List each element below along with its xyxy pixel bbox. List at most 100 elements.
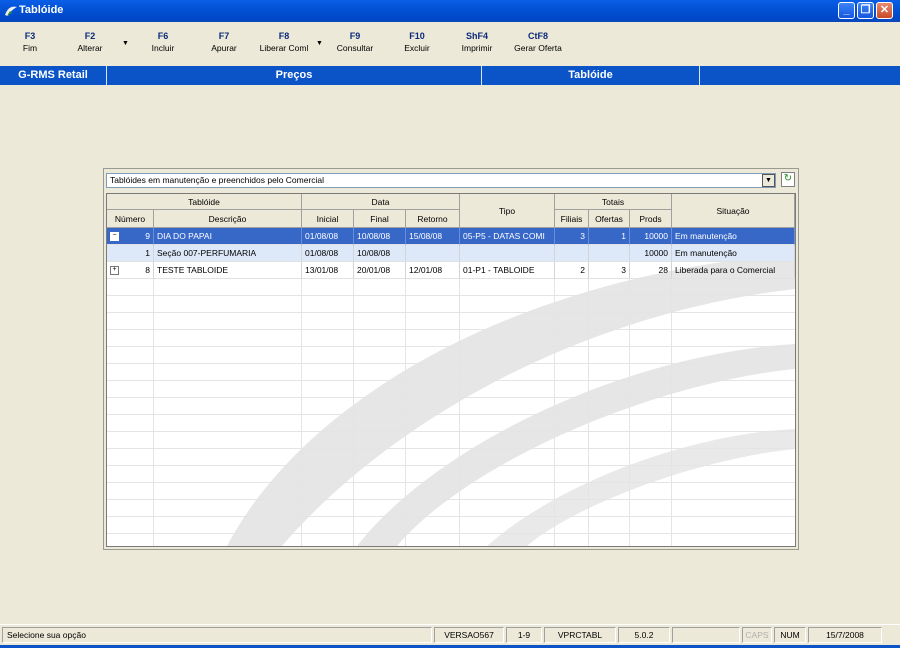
header-inicial[interactable]: Inicial — [302, 210, 354, 228]
alterar-dropdown-icon[interactable]: ▼ — [122, 40, 129, 47]
collapse-icon[interactable]: − — [110, 232, 119, 241]
header-final[interactable]: Final — [354, 210, 406, 228]
chevron-down-icon[interactable]: ▼ — [762, 174, 775, 187]
status-message: Selecione sua opção — [2, 627, 432, 643]
table-row[interactable]: 1 Seção 007-PERFUMARIA 01/08/08 10/08/08… — [107, 245, 795, 262]
header-filiais[interactable]: Filiais — [555, 210, 589, 228]
status-date: 15/7/2008 — [808, 627, 882, 643]
header-descricao[interactable]: Descrição — [154, 210, 302, 228]
row-inicial: 01/08/08 — [302, 245, 354, 262]
status-caps: CAPS — [742, 627, 772, 643]
gerar-oferta-key: CtF8 — [528, 31, 548, 41]
incluir-button[interactable]: F6 Incluir — [144, 31, 182, 55]
expand-icon[interactable]: + — [110, 266, 119, 275]
header-group-data: Data — [302, 194, 460, 210]
row-inicial: 13/01/08 — [302, 262, 354, 279]
app-icon — [5, 6, 17, 16]
row-situacao: Em manutenção — [672, 245, 795, 262]
liberar-coml-button[interactable]: F8 Liberar Coml — [255, 31, 313, 55]
fim-button[interactable]: F3 Fim — [14, 31, 46, 55]
header-situacao[interactable]: Situação — [672, 194, 795, 228]
row-filiais — [555, 245, 589, 262]
fim-label: Fim — [22, 43, 38, 53]
header-retorno[interactable]: Retorno — [406, 210, 460, 228]
function-toolbar: F3 Fim F2 Alterar ▼ F6 Incluir F7 Apurar… — [0, 22, 900, 64]
imprimir-label: Imprimir — [461, 43, 493, 53]
gerar-oferta-label: Gerar Oferta — [514, 43, 562, 53]
row-prods: 10000 — [630, 245, 672, 262]
row-prods: 10000 — [630, 228, 672, 245]
title-bar: Tablóide _ ❐ ✕ — [0, 0, 900, 22]
restore-icon: ❐ — [860, 4, 871, 16]
row-ofertas: 3 — [589, 262, 630, 279]
alterar-label: Alterar — [77, 43, 103, 53]
imprimir-button[interactable]: ShF4 Imprimir — [456, 31, 498, 55]
row-prods: 28 — [630, 262, 672, 279]
imprimir-key: ShF4 — [465, 31, 488, 41]
liberar-coml-key: F8 — [278, 31, 290, 41]
incluir-key: F6 — [157, 31, 169, 41]
header-numero[interactable]: Número — [107, 210, 154, 228]
module-bar: G-RMS Retail Preços Tablóide — [0, 66, 900, 85]
status-num: NUM — [774, 627, 806, 643]
row-descricao: TESTE TABLOIDE — [154, 262, 302, 279]
table-row[interactable]: −9 DIA DO PAPAI 01/08/08 10/08/08 15/08/… — [107, 228, 795, 245]
apurar-key: F7 — [218, 31, 230, 41]
row-numero: −9 — [107, 228, 154, 245]
excluir-label: Excluir — [404, 43, 430, 53]
minimize-icon: _ — [843, 4, 850, 16]
row-retorno: 15/08/08 — [406, 228, 460, 245]
minimize-button[interactable]: _ — [838, 2, 855, 19]
screen-name: Tablóide — [482, 66, 700, 85]
liberar-coml-dropdown-icon[interactable]: ▼ — [316, 40, 323, 47]
module-name: Preços — [107, 66, 482, 85]
liberar-coml-label: Liberar Coml — [259, 43, 309, 53]
table-row[interactable]: +8 TESTE TABLOIDE 13/01/08 20/01/08 12/0… — [107, 262, 795, 279]
status-bar: Selecione sua opção VERSAO567 1-9 VPRCTA… — [0, 624, 900, 645]
row-situacao: Em manutenção — [672, 228, 795, 245]
row-descricao: DIA DO PAPAI — [154, 228, 302, 245]
excluir-key: F10 — [409, 31, 425, 41]
row-retorno — [406, 245, 460, 262]
consultar-label: Consultar — [336, 43, 374, 53]
header-group-totais: Totais — [555, 194, 672, 210]
row-filiais: 2 — [555, 262, 589, 279]
header-group-tabloide: Tablóide — [107, 194, 302, 210]
row-tipo: 05-P5 - DATAS COMI — [460, 228, 555, 245]
close-button[interactable]: ✕ — [876, 2, 893, 19]
status-release: 5.0.2 — [618, 627, 670, 643]
apurar-button[interactable]: F7 Apurar — [205, 31, 243, 55]
incluir-label: Incluir — [151, 43, 175, 53]
refresh-button[interactable]: ↻ — [781, 172, 795, 187]
row-situacao: Liberada para o Comercial — [672, 262, 795, 279]
row-tipo — [460, 245, 555, 262]
fim-key: F3 — [24, 31, 36, 41]
excluir-button[interactable]: F10 Excluir — [398, 31, 436, 55]
tabloide-panel: Tablóides em manutenção e preenchidos pe… — [103, 168, 799, 550]
status-range: 1-9 — [506, 627, 542, 643]
row-final: 10/08/08 — [354, 228, 406, 245]
gerar-oferta-button[interactable]: CtF8 Gerar Oferta — [508, 31, 568, 55]
grid-empty-lines — [107, 279, 795, 546]
row-ofertas — [589, 245, 630, 262]
header-tipo[interactable]: Tipo — [460, 194, 555, 228]
restore-button[interactable]: ❐ — [857, 2, 874, 19]
window-title: Tablóide — [19, 4, 64, 16]
header-ofertas[interactable]: Ofertas — [589, 210, 630, 228]
header-prods[interactable]: Prods — [630, 210, 672, 228]
row-descricao: Seção 007-PERFUMARIA — [154, 245, 302, 262]
alterar-key: F2 — [84, 31, 96, 41]
filter-select[interactable]: Tablóides em manutenção e preenchidos pe… — [106, 173, 776, 188]
status-program: VPRCTABL — [544, 627, 616, 643]
refresh-icon: ↻ — [783, 173, 793, 184]
consultar-key: F9 — [349, 31, 361, 41]
alterar-button[interactable]: F2 Alterar — [70, 31, 110, 55]
row-final: 10/08/08 — [354, 245, 406, 262]
status-version: VERSAO567 — [434, 627, 504, 643]
row-filiais: 3 — [555, 228, 589, 245]
tabloide-grid: Tablóide Data Tipo Totais Situação Númer… — [106, 193, 796, 547]
filter-selected-value: Tablóides em manutenção e preenchidos pe… — [110, 175, 325, 185]
consultar-button[interactable]: F9 Consultar — [332, 31, 378, 55]
row-tipo: 01-P1 - TABLOIDE — [460, 262, 555, 279]
row-ofertas: 1 — [589, 228, 630, 245]
